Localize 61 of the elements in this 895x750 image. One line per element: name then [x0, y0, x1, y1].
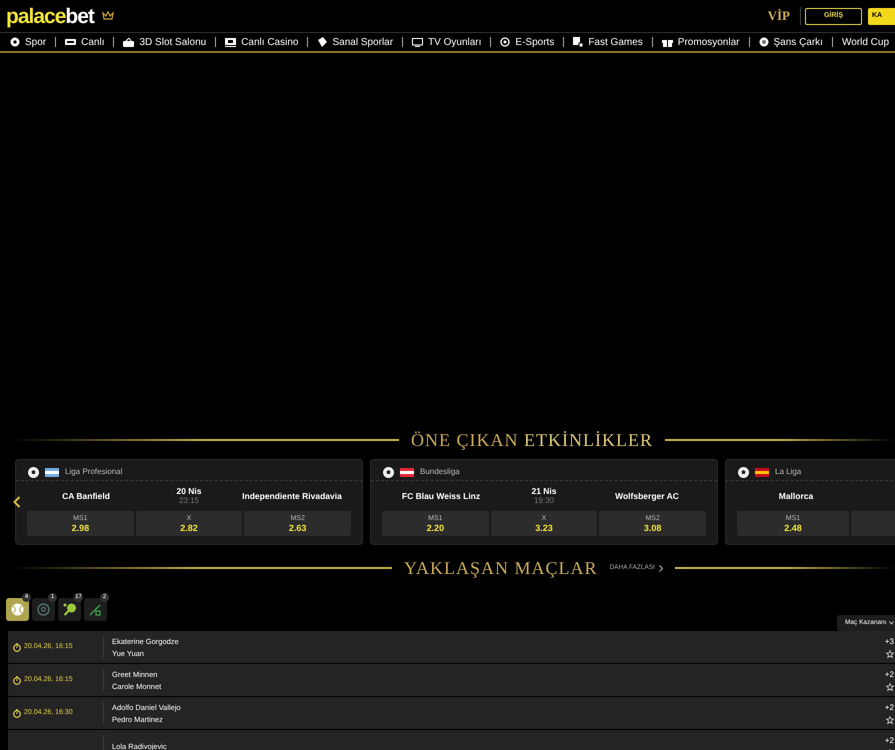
nav-link[interactable]: E-Sports — [500, 34, 554, 50]
league-name: La Liga — [775, 466, 802, 478]
league-name: Liga Profesional — [65, 466, 122, 478]
soccer-ball-icon — [37, 603, 50, 616]
section-title: YAKLAŞAN MAÇLAR — [404, 556, 598, 580]
match-date: 20 Nis — [176, 486, 202, 496]
sport-tab[interactable] — [58, 598, 81, 621]
crown-icon — [102, 11, 114, 21]
team-name: CA Banfield — [61, 490, 111, 502]
match-date: 21 Nis — [531, 486, 557, 496]
ball-icon — [10, 37, 20, 47]
more-markets-link[interactable]: +3 — [884, 636, 894, 646]
soccer-ball-icon — [28, 466, 39, 478]
nav-link[interactable]: TV Oyunları — [412, 34, 482, 50]
stopwatch-icon — [13, 642, 21, 652]
nav-link[interactable]: Şans Çarkı — [758, 34, 823, 50]
nav-link[interactable]: Spor — [10, 34, 46, 50]
wheel-icon — [758, 37, 768, 47]
team-name: Mallorca — [778, 490, 814, 502]
nav-link[interactable]: 3D Slot Salonu — [123, 34, 206, 50]
tv-icon — [412, 38, 424, 46]
nav-link[interactable]: Canlı — [65, 34, 104, 50]
flag-icon — [755, 468, 769, 476]
match-time: 23:15 — [178, 496, 200, 506]
flag-icon — [45, 468, 59, 476]
ticket-icon — [65, 39, 76, 45]
nav-link[interactable]: World Cup — [842, 34, 890, 50]
logo-wordmark[interactable]: palacebet — [6, 6, 94, 26]
nav-link[interactable]: Sanal Sporlar — [317, 34, 394, 50]
stopwatch-icon — [13, 676, 21, 684]
stopwatch-icon — [13, 708, 21, 718]
more-markets-link[interactable]: +2 — [884, 702, 894, 712]
caret-icon — [888, 621, 894, 625]
soccer-ball-icon — [383, 466, 394, 478]
section-title: ÖNE ÇIKAN ETKİNLİKLER — [411, 428, 653, 452]
team-name: Wolfsberger AC — [614, 490, 680, 502]
soccer-ball-icon — [738, 466, 749, 478]
vip-link[interactable]: VİP — [768, 6, 790, 26]
table-tennis-icon — [62, 603, 76, 616]
monitor-icon — [225, 38, 236, 46]
target-icon — [500, 37, 510, 47]
nav-link[interactable]: Fast Games — [573, 34, 643, 50]
star-icon — [886, 682, 894, 690]
gift-icon — [662, 37, 673, 47]
tennis-ball-icon — [11, 603, 24, 616]
team-name: FC Blau Weiss Linz — [400, 490, 482, 502]
sport-tab[interactable] — [6, 598, 29, 621]
cards-icon — [573, 37, 584, 47]
chevron-left-icon — [13, 496, 21, 508]
card-icon — [317, 37, 328, 47]
more-markets-link[interactable]: +2 — [884, 736, 894, 746]
team-name: Independiente Rivadavia — [241, 490, 343, 502]
more-markets-link[interactable]: +2 — [884, 670, 894, 680]
match-time: 19:30 — [534, 496, 554, 506]
star-icon — [886, 716, 894, 724]
flag-icon — [400, 468, 414, 476]
nav-link[interactable]: Promosyonlar — [662, 34, 740, 50]
star-icon — [886, 650, 894, 658]
chevron-right-icon — [659, 564, 663, 572]
league-name: Bundesliga — [420, 466, 460, 478]
nav-link[interactable]: Canlı Casino — [225, 34, 298, 50]
